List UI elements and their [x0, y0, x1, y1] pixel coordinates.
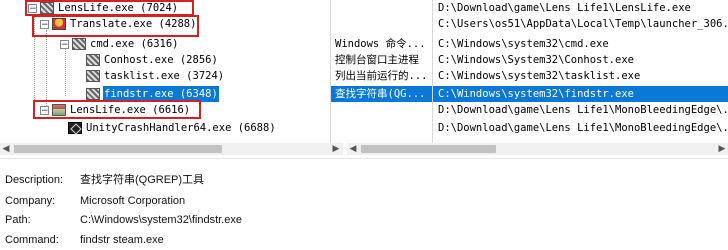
- path-cell: C:\Windows\system32\findstr.exe: [433, 86, 728, 102]
- path-cell: D:\Download\game\Lens Life1\LensLife.exe: [438, 2, 691, 14]
- tree-row-tasklist-3724[interactable]: tasklist.exe (3724): [86, 68, 225, 84]
- scrollbar-thumb[interactable]: [14, 145, 222, 153]
- highlight-box: [25, 0, 194, 16]
- description-cell: Windows 命令...: [335, 38, 426, 50]
- scrollbar-thumb[interactable]: [361, 145, 496, 153]
- detail-description: Description: 查找字符串(QGREP)工具: [5, 170, 204, 190]
- detail-company: Company: Microsoft Corporation: [5, 191, 185, 211]
- console-icon: [86, 54, 100, 66]
- console-icon: [86, 70, 100, 82]
- process-name: tasklist.exe (3724): [104, 70, 225, 82]
- scroll-right-icon[interactable]: ▶: [716, 143, 728, 155]
- detail-value: C:\Windows\system32\findstr.exe: [80, 214, 243, 226]
- process-name: UnityCrashHandler64.exe (6688): [86, 122, 276, 134]
- process-name: Conhost.exe (2856): [104, 54, 218, 66]
- description-cell: 查找字符串(QG...: [331, 86, 433, 102]
- detail-label: Command:: [5, 234, 59, 246]
- tree-horizontal-scrollbar[interactable]: ◀ ▶: [0, 143, 343, 155]
- description-cell: 列出当前运行的...: [335, 70, 428, 82]
- collapse-icon[interactable]: −: [60, 39, 69, 49]
- path-cell: C:\Windows\system32\tasklist.exe: [438, 70, 641, 82]
- process-name: cmd.exe (6316): [90, 38, 179, 50]
- highlight-box: [33, 100, 201, 119]
- path-cell: C:\Windows\system32\cmd.exe: [438, 38, 609, 50]
- path-cell: C:\Windows\System32\Conhost.exe: [438, 54, 634, 66]
- detail-value: 查找字符串(QGREP)工具: [80, 174, 205, 186]
- process-details-panel: Description: 查找字符串(QGREP)工具 Company: Micro…: [0, 158, 728, 250]
- detail-label: Company:: [5, 195, 56, 207]
- scroll-right-icon[interactable]: ▶: [330, 143, 342, 155]
- tree-guide: [65, 46, 66, 96]
- tree-row-conhost-2856[interactable]: Conhost.exe (2856): [86, 52, 219, 68]
- list-horizontal-scrollbar[interactable]: ◀ ▶: [347, 143, 728, 155]
- detail-value: Microsoft Corporation: [80, 195, 186, 207]
- description-cell: 控制台窗口主进程: [335, 54, 419, 66]
- path-cell: D:\Download\game\Lens Life1\MonoBleeding…: [438, 122, 728, 134]
- scroll-left-icon[interactable]: ◀: [347, 143, 359, 155]
- scroll-left-icon[interactable]: ◀: [0, 143, 12, 155]
- detail-path: Path: C:\Windows\system32\findstr.exe: [5, 210, 242, 230]
- detail-label: Description:: [5, 174, 64, 186]
- tree-guide: [46, 30, 47, 110]
- detail-label: Path:: [5, 214, 31, 226]
- description-column: Windows 命令... 控制台窗口主进程 列出当前运行的... 查找字符串(…: [330, 0, 433, 143]
- process-tree[interactable]: − LensLife.exe (7024) − Translate.exe (4…: [0, 0, 330, 143]
- detail-value: findstr steam.exe: [80, 234, 164, 246]
- console-icon: [72, 38, 86, 50]
- tree-row-cmd-6316[interactable]: − cmd.exe (6316): [60, 36, 180, 52]
- path-cell: C:\Users\os51\AppData\Local\Temp\launche…: [438, 18, 728, 30]
- path-cell: D:\Download\game\Lens Life1\MonoBleeding…: [438, 104, 728, 116]
- console-icon: [86, 88, 100, 100]
- detail-command: Command: findstr steam.exe: [5, 230, 164, 250]
- highlight-box: [32, 15, 199, 37]
- path-column: D:\Download\game\Lens Life1\LensLife.exe…: [432, 0, 728, 143]
- unity-icon: [68, 122, 82, 134]
- tree-row-unitycrashhandler-6688[interactable]: UnityCrashHandler64.exe (6688): [68, 120, 277, 136]
